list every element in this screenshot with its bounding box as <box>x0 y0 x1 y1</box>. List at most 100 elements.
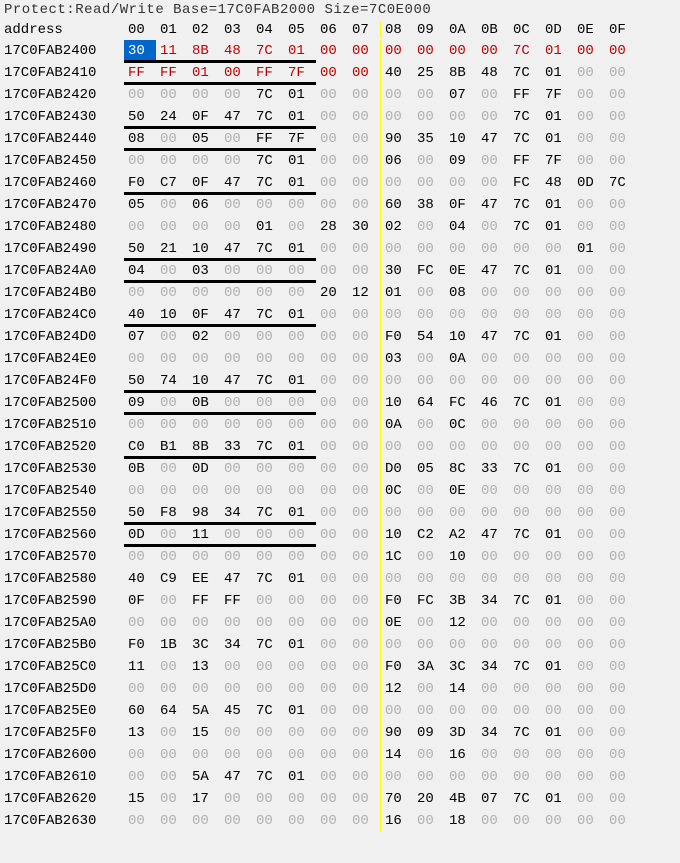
hex-byte[interactable]: 00 <box>348 458 380 480</box>
hex-byte[interactable]: 00 <box>605 612 637 634</box>
hex-byte[interactable]: 18 <box>445 810 477 832</box>
hex-byte[interactable]: 0D <box>188 458 220 480</box>
hex-byte[interactable]: 00 <box>252 392 284 414</box>
hex-byte[interactable]: 00 <box>252 260 284 282</box>
hex-byte[interactable]: 00 <box>252 656 284 678</box>
hex-byte[interactable]: 00 <box>348 788 380 810</box>
hex-byte[interactable]: 38 <box>413 194 445 216</box>
hex-byte[interactable]: 7C <box>509 40 541 62</box>
hex-byte[interactable]: 07 <box>445 84 477 106</box>
hex-byte[interactable]: 10 <box>445 546 477 568</box>
hex-byte[interactable]: 0D <box>124 524 156 546</box>
hex-row[interactable]: 17C0FAB24D00700020000000000F05410477C010… <box>0 326 680 348</box>
hex-byte[interactable]: 06 <box>381 150 413 172</box>
hex-byte[interactable]: 00 <box>477 238 509 260</box>
hex-byte[interactable]: 00 <box>573 810 605 832</box>
hex-byte[interactable]: 7C <box>252 634 284 656</box>
hex-byte[interactable]: 04 <box>445 216 477 238</box>
hex-byte[interactable]: 00 <box>220 524 252 546</box>
hex-byte[interactable]: 00 <box>605 568 637 590</box>
hex-byte[interactable]: FF <box>252 128 284 150</box>
hex-byte[interactable]: 00 <box>316 414 348 436</box>
hex-byte[interactable]: 01 <box>284 40 316 62</box>
hex-byte[interactable]: 7C <box>252 150 284 172</box>
hex-byte[interactable]: 01 <box>284 84 316 106</box>
hex-byte[interactable]: 0F <box>188 172 220 194</box>
hex-byte[interactable]: 00 <box>477 282 509 304</box>
hex-byte[interactable]: 00 <box>605 788 637 810</box>
hex-byte[interactable]: 00 <box>445 436 477 458</box>
hex-byte[interactable]: 01 <box>541 656 573 678</box>
hex-byte[interactable]: 02 <box>188 326 220 348</box>
hex-byte[interactable]: 34 <box>477 722 509 744</box>
hex-byte[interactable]: 00 <box>156 282 188 304</box>
hex-byte[interactable]: 01 <box>541 216 573 238</box>
hex-byte[interactable]: 00 <box>348 656 380 678</box>
hex-byte[interactable]: 00 <box>220 744 252 766</box>
hex-byte[interactable]: 00 <box>413 568 445 590</box>
hex-byte[interactable]: 7C <box>509 788 541 810</box>
hex-byte[interactable]: 00 <box>284 216 316 238</box>
hex-byte[interactable]: 00 <box>541 612 573 634</box>
hex-byte[interactable]: 01 <box>541 458 573 480</box>
hex-byte[interactable]: 00 <box>605 150 637 172</box>
hex-byte[interactable]: 00 <box>124 810 156 832</box>
hex-byte[interactable]: 00 <box>188 678 220 700</box>
hex-byte[interactable]: 0E <box>445 480 477 502</box>
hex-byte[interactable]: 00 <box>252 458 284 480</box>
hex-byte[interactable]: 00 <box>573 304 605 326</box>
hex-byte[interactable]: 01 <box>541 128 573 150</box>
hex-byte[interactable]: 00 <box>573 392 605 414</box>
hex-byte[interactable]: 00 <box>220 84 252 106</box>
hex-byte[interactable]: 00 <box>509 612 541 634</box>
hex-byte[interactable]: 00 <box>316 238 348 260</box>
hex-byte[interactable]: 0F <box>124 590 156 612</box>
hex-byte[interactable]: 00 <box>156 810 188 832</box>
hex-byte[interactable]: 00 <box>348 810 380 832</box>
hex-byte[interactable]: 00 <box>477 304 509 326</box>
hex-byte[interactable]: 00 <box>316 40 348 62</box>
hex-byte[interactable]: 00 <box>605 304 637 326</box>
hex-byte[interactable]: 00 <box>573 700 605 722</box>
hex-byte[interactable]: 00 <box>316 370 348 392</box>
hex-byte[interactable]: EE <box>188 568 220 590</box>
hex-byte[interactable]: 7C <box>252 766 284 788</box>
hex-byte[interactable]: 1C <box>381 546 413 568</box>
hex-row[interactable]: 17C0FAB25F0130015000000000090093D347C010… <box>0 722 680 744</box>
hex-byte[interactable]: 00 <box>413 216 445 238</box>
hex-byte[interactable]: 00 <box>316 524 348 546</box>
hex-byte[interactable]: 01 <box>284 106 316 128</box>
hex-byte[interactable]: 7C <box>509 128 541 150</box>
hex-byte[interactable]: 00 <box>477 436 509 458</box>
hex-byte[interactable]: A2 <box>445 524 477 546</box>
hex-byte[interactable]: 00 <box>124 414 156 436</box>
hex-byte[interactable]: 00 <box>316 304 348 326</box>
hex-byte[interactable]: 00 <box>445 700 477 722</box>
hex-byte[interactable]: 00 <box>284 282 316 304</box>
hex-byte[interactable]: 00 <box>124 546 156 568</box>
hex-byte[interactable]: 00 <box>220 678 252 700</box>
hex-byte[interactable]: FF <box>509 84 541 106</box>
hex-byte[interactable]: 00 <box>220 722 252 744</box>
hex-byte[interactable]: 00 <box>573 766 605 788</box>
hex-byte[interactable]: 00 <box>509 304 541 326</box>
hex-byte[interactable]: 00 <box>413 414 445 436</box>
hex-byte[interactable]: 00 <box>220 128 252 150</box>
hex-byte[interactable]: 00 <box>156 348 188 370</box>
hex-byte[interactable]: 01 <box>541 788 573 810</box>
hex-byte[interactable]: 00 <box>573 656 605 678</box>
hex-byte[interactable]: FF <box>188 590 220 612</box>
hex-byte[interactable]: 00 <box>316 700 348 722</box>
hex-byte[interactable]: 00 <box>188 414 220 436</box>
hex-byte[interactable]: 01 <box>284 304 316 326</box>
hex-byte[interactable]: 00 <box>316 722 348 744</box>
hex-byte[interactable]: 00 <box>124 612 156 634</box>
hex-byte[interactable]: 00 <box>220 194 252 216</box>
hex-byte[interactable]: 09 <box>124 392 156 414</box>
hex-byte[interactable]: 00 <box>252 480 284 502</box>
hex-byte[interactable]: 00 <box>220 216 252 238</box>
hex-byte[interactable]: 00 <box>477 634 509 656</box>
hex-byte[interactable]: 00 <box>284 810 316 832</box>
hex-byte[interactable]: 0B <box>188 392 220 414</box>
hex-byte[interactable]: 00 <box>252 810 284 832</box>
